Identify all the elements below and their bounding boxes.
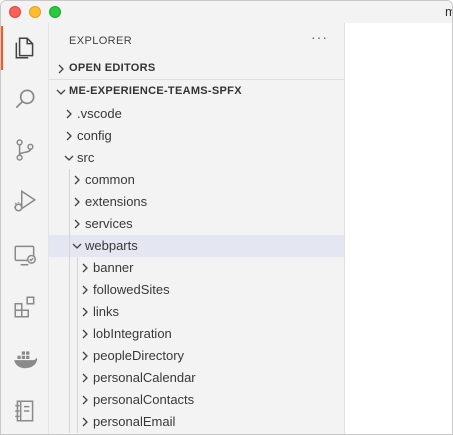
editor-area: [345, 23, 452, 434]
open-editors-section[interactable]: OPEN EDITORS: [49, 58, 344, 80]
activity-remote-explorer[interactable]: [1, 233, 48, 277]
more-actions-button[interactable]: ···: [311, 29, 328, 45]
activity-source-control[interactable]: [1, 128, 48, 172]
extensions-icon: [13, 296, 34, 318]
zoom-window-button[interactable]: [49, 6, 61, 18]
activity-docker[interactable]: [1, 337, 48, 381]
chevron-right-icon: [82, 307, 88, 317]
chevron-right-icon: [82, 351, 88, 361]
tree-item[interactable]: config: [49, 125, 344, 147]
chevron-right-icon: [66, 109, 72, 119]
tree-item-label: lobIntegration: [93, 326, 172, 341]
indent-guide: [77, 257, 78, 433]
chevron-right-icon: [82, 285, 88, 295]
chevron-right-icon: [66, 131, 72, 141]
chevron-right-icon: [82, 329, 88, 339]
tree-item[interactable]: services: [49, 213, 344, 235]
activity-extensions[interactable]: [1, 285, 48, 329]
open-editors-label: OPEN EDITORS: [69, 62, 156, 74]
search-icon: [15, 89, 35, 109]
minimize-window-button[interactable]: [29, 6, 41, 18]
activity-notebook[interactable]: [1, 389, 48, 433]
tree-item-label: personalEmail: [93, 414, 176, 429]
activity-run-debug[interactable]: [1, 179, 48, 223]
tree-item[interactable]: peopleDirectory: [49, 345, 344, 367]
chevron-down-icon: [56, 89, 66, 95]
tree-item-label: src: [77, 150, 95, 165]
files-icon: [15, 37, 33, 59]
tree-item[interactable]: personalContacts: [49, 389, 344, 411]
chevron-right-icon: [82, 263, 88, 273]
source-control-icon: [15, 139, 34, 161]
project-label: ME-EXPERIENCE-TEAMS-SPFX: [69, 85, 242, 97]
tree-item-label: .vscode: [77, 106, 122, 121]
notebook-icon: [14, 400, 33, 422]
tree-item[interactable]: personalEmail: [49, 411, 344, 433]
chevron-down-icon: [72, 243, 82, 249]
tree-item-label: extensions: [85, 194, 148, 209]
chevron-down-icon: [64, 155, 74, 161]
tree-item[interactable]: common: [49, 169, 344, 191]
section-divider: [49, 79, 344, 80]
chevron-right-icon: [74, 197, 80, 207]
tree-item[interactable]: webparts: [49, 235, 344, 257]
remote-explorer-icon: [13, 245, 36, 266]
title-bar: m: [1, 1, 452, 23]
chevron-right-icon: [82, 417, 88, 427]
chevron-right-icon: [74, 175, 80, 185]
tree-item[interactable]: extensions: [49, 191, 344, 213]
vscode-window: m: [0, 0, 453, 435]
activity-bar: [1, 23, 49, 434]
tree-item-label: followedSites: [93, 282, 170, 297]
chevron-right-icon: [58, 64, 64, 74]
tree-item[interactable]: src: [49, 147, 344, 169]
explorer-sidebar: EXPLORER ··· OPEN EDITORS ME-EXPERIENCE-…: [49, 23, 345, 434]
tree-item-label: links: [93, 304, 120, 319]
chevron-right-icon: [82, 373, 88, 383]
chevron-right-icon: [74, 219, 80, 229]
activity-search[interactable]: [1, 77, 48, 121]
tree-item-label: personalCalendar: [93, 370, 196, 385]
tree-item[interactable]: .vscode: [49, 103, 344, 125]
explorer-title: EXPLORER: [69, 35, 133, 47]
tree-item[interactable]: lobIntegration: [49, 323, 344, 345]
docker-icon: [13, 351, 37, 369]
activity-explorer[interactable]: [1, 26, 48, 70]
indent-guide: [69, 169, 70, 433]
tree-item-label: config: [77, 128, 112, 143]
tree-item[interactable]: personalCalendar: [49, 367, 344, 389]
tree-item-label: common: [85, 172, 135, 187]
close-window-button[interactable]: [9, 6, 21, 18]
tree-item-label: services: [85, 216, 133, 231]
run-debug-icon: [13, 189, 36, 212]
tree-item[interactable]: links: [49, 301, 344, 323]
tree-item-label: webparts: [85, 238, 138, 253]
chevron-right-icon: [82, 395, 88, 405]
tree-item[interactable]: followedSites: [49, 279, 344, 301]
project-section[interactable]: ME-EXPERIENCE-TEAMS-SPFX: [49, 81, 344, 103]
tree-item-label: peopleDirectory: [93, 348, 185, 363]
tree-item-label: personalContacts: [93, 392, 195, 407]
tree-item[interactable]: banner: [49, 257, 344, 279]
window-title: m: [445, 4, 452, 19]
tree-item-label: banner: [93, 260, 134, 275]
